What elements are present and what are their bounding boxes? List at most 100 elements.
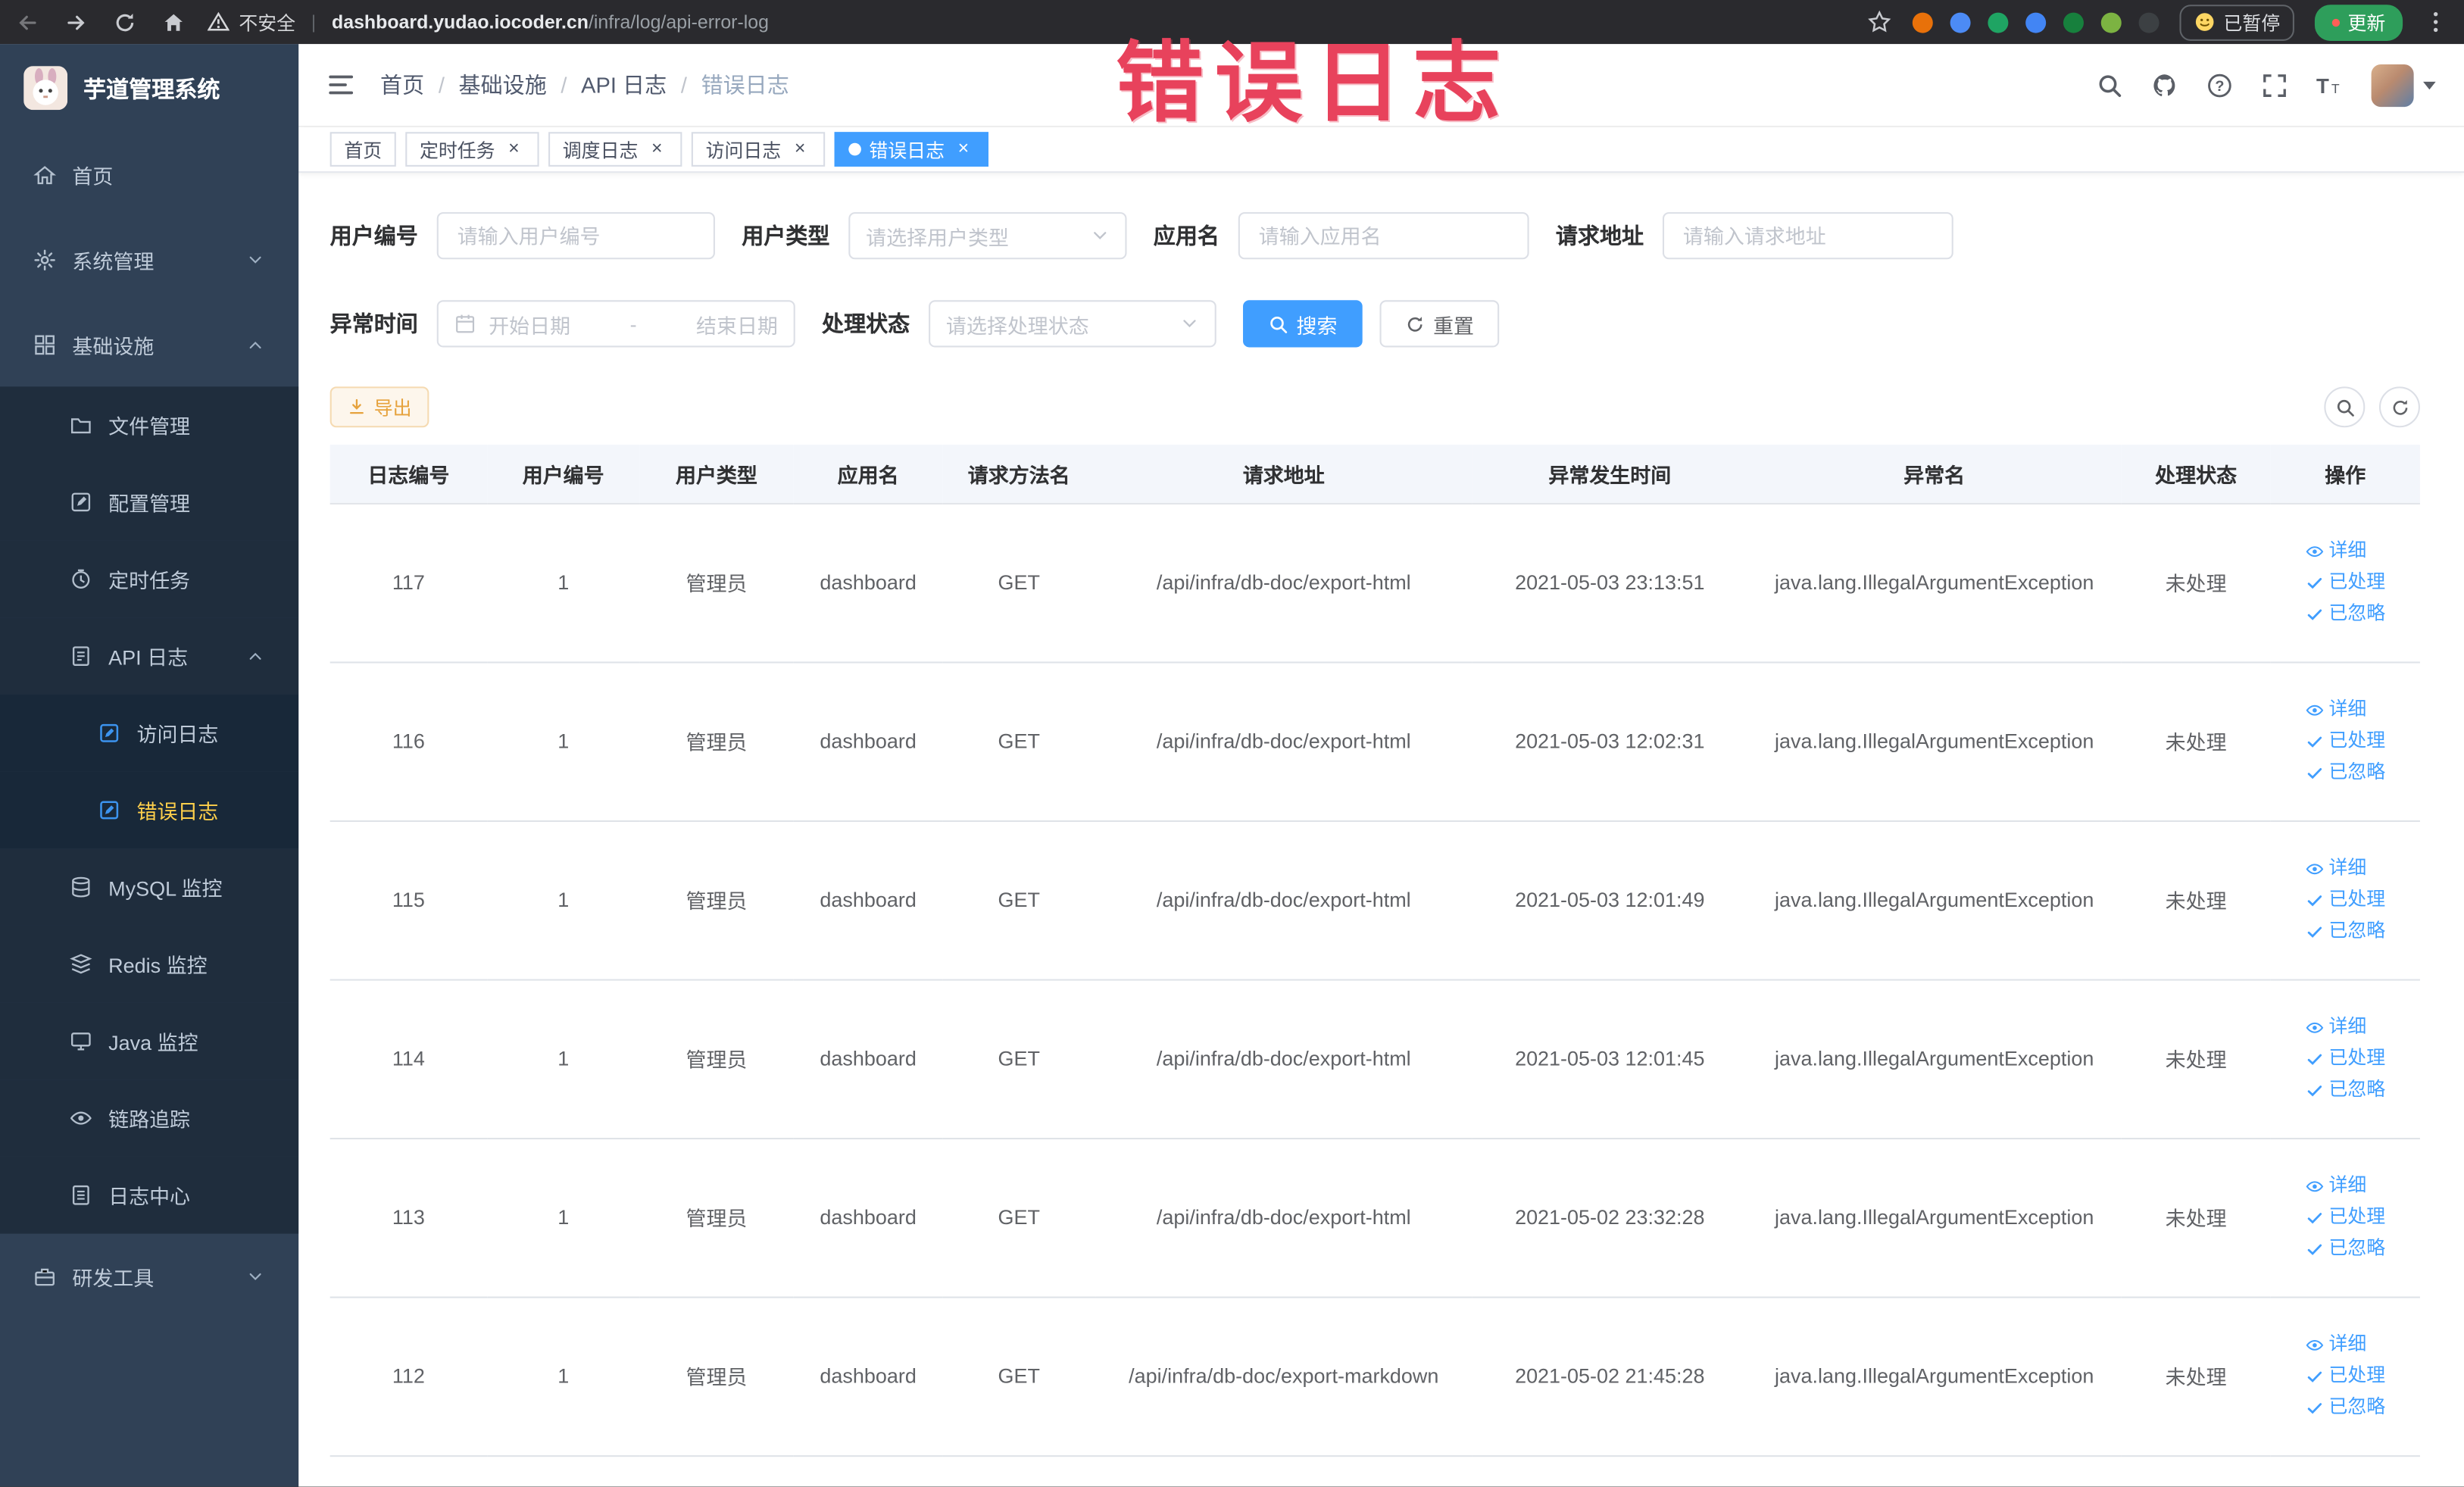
- row-actions: 详细 已处理已忽略: [2305, 536, 2385, 628]
- refresh-table-button[interactable]: [2378, 386, 2420, 428]
- cell-app-name: dashboard: [793, 661, 943, 821]
- action-detail[interactable]: 详细: [2305, 1329, 2366, 1359]
- sidebar-item-5[interactable]: 定时任务: [0, 540, 299, 618]
- date-separator: -: [629, 311, 637, 336]
- action-ignored[interactable]: 已忽略: [2305, 917, 2385, 946]
- calendar-icon: [454, 313, 476, 335]
- browser-home-icon[interactable]: [162, 10, 186, 33]
- tab-4[interactable]: 错误日志 ×: [834, 132, 989, 167]
- address-bar[interactable]: | dashboard.yudao.iocoder.cn/infra/log/a…: [311, 11, 769, 33]
- tab-1[interactable]: 定时任务 ×: [405, 132, 539, 167]
- cell-exception-name: java.lang.IllegalArgumentException: [1747, 1296, 2122, 1457]
- sidebar-item-1[interactable]: 系统管理: [0, 217, 298, 301]
- user-type-select[interactable]: 请选择用户类型: [848, 212, 1127, 260]
- action-detail[interactable]: 详细: [2305, 854, 2366, 883]
- bookmark-star-icon[interactable]: [1867, 9, 1892, 34]
- extension-icon[interactable]: [2100, 11, 2122, 33]
- app-logo[interactable]: 芋道管理系统: [0, 44, 298, 132]
- action-detail[interactable]: 详细: [2305, 695, 2366, 724]
- request-url-input[interactable]: [1662, 212, 1953, 260]
- user-menu[interactable]: [2371, 64, 2436, 107]
- security-chip[interactable]: 不安全: [207, 8, 295, 35]
- sidebar-item-2[interactable]: 基础设施: [0, 301, 298, 386]
- sidebar-item-0[interactable]: 首页: [0, 132, 298, 217]
- browser-forward-icon[interactable]: [64, 10, 88, 33]
- action-processed[interactable]: 已处理: [2305, 885, 2385, 914]
- export-button[interactable]: 导出: [329, 386, 429, 428]
- breadcrumb-item[interactable]: 基础设施: [459, 69, 547, 100]
- github-icon[interactable]: [2151, 71, 2178, 98]
- smiley-icon: [2194, 11, 2216, 33]
- action-processed[interactable]: 已处理: [2305, 726, 2385, 755]
- reset-button[interactable]: 重置: [1379, 300, 1500, 348]
- cell-actions: 详细 已处理 已忽略: [2270, 979, 2420, 1139]
- paused-badge[interactable]: 已暂停: [2179, 4, 2294, 40]
- sidebar-item-4[interactable]: 配置管理: [0, 464, 299, 541]
- close-icon[interactable]: ×: [646, 138, 668, 161]
- url-domain: dashboard.yudao.iocoder.cn: [332, 11, 589, 33]
- tab-label: 定时任务: [419, 139, 495, 161]
- breadcrumb-item[interactable]: 首页: [380, 69, 424, 100]
- breadcrumb-item[interactable]: API 日志: [581, 69, 667, 100]
- extension-icon[interactable]: [2063, 11, 2084, 33]
- fullscreen-icon[interactable]: [2261, 71, 2288, 98]
- action-ignored[interactable]: 已忽略: [2305, 1075, 2385, 1104]
- action-detail[interactable]: 详细: [2305, 1171, 2366, 1201]
- action-detail[interactable]: 详细: [2305, 536, 2366, 565]
- extension-icon[interactable]: [1988, 11, 2009, 33]
- check-icon: [2305, 1398, 2324, 1417]
- sidebar-item-11[interactable]: Java 监控: [0, 1002, 299, 1080]
- help-icon[interactable]: ?: [2206, 71, 2233, 98]
- process-status-select[interactable]: 请选择处理状态: [929, 300, 1216, 348]
- breadcrumb-separator: /: [680, 72, 687, 98]
- tab-3[interactable]: 访问日志 ×: [691, 132, 826, 167]
- toggle-search-button[interactable]: [2324, 386, 2366, 428]
- action-ignored[interactable]: 已忽略: [2305, 758, 2385, 787]
- sidebar-item-10[interactable]: Redis 监控: [0, 925, 299, 1003]
- browser-reload-icon[interactable]: [113, 10, 136, 33]
- tab-0[interactable]: 首页: [329, 132, 396, 167]
- app-name-input[interactable]: [1238, 212, 1529, 260]
- action-processed[interactable]: 已处理: [2305, 1202, 2385, 1232]
- eye-icon: [2305, 1017, 2324, 1036]
- action-processed[interactable]: 已处理: [2305, 1044, 2385, 1073]
- close-icon[interactable]: ×: [952, 138, 974, 161]
- sidebar-item-13[interactable]: 日志中心: [0, 1156, 299, 1234]
- close-icon[interactable]: ×: [789, 138, 811, 161]
- browser-menu-icon[interactable]: [2423, 9, 2448, 34]
- exception-time-range[interactable]: 开始日期 - 结束日期: [436, 300, 795, 348]
- sidebar-item-9[interactable]: MySQL 监控: [0, 848, 299, 926]
- close-icon[interactable]: ×: [503, 138, 525, 161]
- action-ignored[interactable]: 已忽略: [2305, 1392, 2385, 1422]
- extension-icon[interactable]: [2138, 11, 2160, 33]
- tab-2[interactable]: 调度日志 ×: [548, 132, 682, 167]
- hamburger-icon[interactable]: [327, 70, 355, 98]
- row-actions: 详细 已处理 已忽略: [2305, 695, 2385, 787]
- action-processed[interactable]: 已处理: [2305, 567, 2385, 597]
- action-ignored-label: 已忽略: [2328, 601, 2386, 624]
- action-detail[interactable]: 详细: [2305, 1012, 2366, 1042]
- cell-log-id: 112: [329, 1296, 488, 1457]
- browser-update-button[interactable]: 更新: [2314, 4, 2403, 40]
- search-icon[interactable]: [2097, 71, 2123, 98]
- action-ignored[interactable]: 已忽略: [2305, 598, 2385, 628]
- search-icon: [1268, 314, 1288, 334]
- search-button[interactable]: 搜索: [1243, 300, 1363, 348]
- sidebar-item-7[interactable]: 访问日志: [0, 694, 299, 772]
- browser-back-icon[interactable]: [16, 10, 39, 33]
- sidebar-item-14[interactable]: 研发工具: [0, 1234, 298, 1319]
- sidebar-item-12[interactable]: 链路追踪: [0, 1079, 299, 1157]
- extension-icon[interactable]: [1912, 11, 1933, 33]
- extension-icon[interactable]: [1950, 11, 1971, 33]
- user-id-input[interactable]: [436, 212, 715, 260]
- extension-icon[interactable]: [2025, 11, 2047, 33]
- action-processed[interactable]: 已处理: [2305, 1361, 2385, 1391]
- download-icon: [347, 398, 366, 417]
- sidebar-item-8[interactable]: 错误日志: [0, 771, 299, 849]
- row-actions: 详细 已处理 已忽略: [2305, 854, 2385, 946]
- sidebar-item-3[interactable]: 文件管理: [0, 386, 299, 464]
- sidebar-item-6[interactable]: API 日志: [0, 617, 299, 695]
- reset-button-label: 重置: [1433, 313, 1475, 338]
- action-ignored[interactable]: 已忽略: [2305, 1234, 2385, 1264]
- fontsize-icon[interactable]: TT: [2316, 71, 2343, 98]
